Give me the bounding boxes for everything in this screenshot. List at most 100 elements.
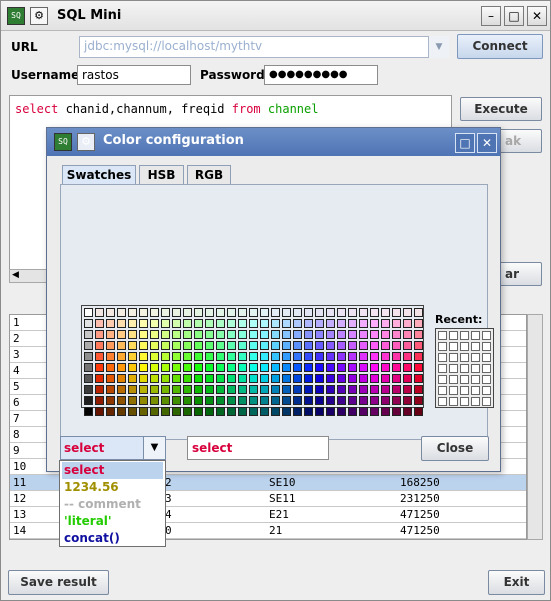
recent-swatch[interactable] (449, 342, 458, 351)
color-swatch[interactable] (293, 341, 302, 350)
dropdown-option[interactable]: 1234.56 (62, 479, 163, 496)
recent-swatch[interactable] (471, 386, 480, 395)
recent-swatch[interactable] (482, 364, 491, 373)
color-swatch[interactable] (150, 374, 159, 383)
color-swatch[interactable] (183, 319, 192, 328)
recent-swatch[interactable] (482, 353, 491, 362)
color-swatch[interactable] (414, 363, 423, 372)
close-button[interactable]: Close (421, 436, 489, 461)
execute-button[interactable]: Execute (460, 97, 542, 121)
color-swatch[interactable] (238, 319, 247, 328)
color-swatch[interactable] (315, 341, 324, 350)
color-swatch[interactable] (128, 319, 137, 328)
color-swatch[interactable] (194, 330, 203, 339)
dropdown-option[interactable]: concat() (62, 530, 163, 547)
color-swatch[interactable] (271, 341, 280, 350)
color-swatch[interactable] (227, 363, 236, 372)
color-swatch[interactable] (282, 330, 291, 339)
color-swatch[interactable] (337, 319, 346, 328)
color-swatch[interactable] (315, 396, 324, 405)
color-swatch[interactable] (348, 341, 357, 350)
color-swatch[interactable] (172, 407, 181, 416)
color-swatch[interactable] (348, 396, 357, 405)
color-swatch[interactable] (260, 396, 269, 405)
color-swatch[interactable] (150, 330, 159, 339)
recent-swatch[interactable] (471, 375, 480, 384)
color-swatch[interactable] (392, 352, 401, 361)
color-swatch[interactable] (161, 396, 170, 405)
color-swatch[interactable] (315, 352, 324, 361)
color-swatch[interactable] (370, 374, 379, 383)
color-swatch[interactable] (183, 407, 192, 416)
dropdown-option[interactable]: 'literal' (62, 513, 163, 530)
color-swatch[interactable] (337, 308, 346, 317)
recent-swatch[interactable] (482, 375, 491, 384)
color-swatch[interactable] (95, 374, 104, 383)
color-swatch[interactable] (381, 319, 390, 328)
color-swatch[interactable] (172, 385, 181, 394)
color-swatch[interactable] (304, 363, 313, 372)
color-swatch[interactable] (326, 352, 335, 361)
color-swatch[interactable] (227, 308, 236, 317)
recent-swatch[interactable] (449, 364, 458, 373)
color-swatch[interactable] (238, 330, 247, 339)
url-dropdown-arrow-icon[interactable]: ▼ (428, 36, 449, 58)
color-swatch[interactable] (414, 352, 423, 361)
recent-swatch[interactable] (438, 342, 447, 351)
color-swatch[interactable] (293, 330, 302, 339)
color-swatch[interactable] (150, 319, 159, 328)
color-swatch[interactable] (260, 385, 269, 394)
color-swatch[interactable] (84, 407, 93, 416)
dropdown-option[interactable]: -- comment (62, 496, 163, 513)
maximize-icon[interactable]: □ (504, 6, 524, 26)
color-swatch[interactable] (183, 352, 192, 361)
color-swatch[interactable] (238, 308, 247, 317)
color-swatch[interactable] (139, 319, 148, 328)
color-swatch[interactable] (161, 374, 170, 383)
color-swatch[interactable] (249, 308, 258, 317)
color-swatch[interactable] (84, 330, 93, 339)
color-swatch[interactable] (315, 363, 324, 372)
color-swatch[interactable] (216, 396, 225, 405)
color-swatch[interactable] (238, 352, 247, 361)
color-swatch[interactable] (139, 407, 148, 416)
color-swatch[interactable] (392, 363, 401, 372)
color-swatch[interactable] (117, 396, 126, 405)
color-swatch[interactable] (348, 374, 357, 383)
recent-swatch[interactable] (460, 342, 469, 351)
color-swatch[interactable] (172, 352, 181, 361)
color-swatch[interactable] (326, 396, 335, 405)
color-swatch[interactable] (337, 396, 346, 405)
color-swatch[interactable] (172, 308, 181, 317)
color-swatch[interactable] (139, 374, 148, 383)
color-swatch[interactable] (392, 396, 401, 405)
recent-swatch[interactable] (438, 353, 447, 362)
color-swatch[interactable] (271, 352, 280, 361)
color-swatch[interactable] (106, 308, 115, 317)
color-swatch[interactable] (183, 374, 192, 383)
color-swatch[interactable] (194, 319, 203, 328)
color-swatch[interactable] (337, 374, 346, 383)
recent-swatch[interactable] (460, 364, 469, 373)
color-swatch[interactable] (337, 407, 346, 416)
color-swatch[interactable] (106, 341, 115, 350)
color-swatch[interactable] (392, 341, 401, 350)
color-swatch[interactable] (106, 352, 115, 361)
recent-swatch[interactable] (460, 375, 469, 384)
color-swatch[interactable] (249, 374, 258, 383)
color-swatch[interactable] (95, 308, 104, 317)
tab-swatches[interactable]: Swatches (62, 165, 136, 185)
color-swatch[interactable] (216, 341, 225, 350)
color-swatch[interactable] (381, 407, 390, 416)
color-swatch[interactable] (359, 385, 368, 394)
color-swatch[interactable] (260, 407, 269, 416)
color-swatch[interactable] (293, 396, 302, 405)
close-icon[interactable]: ✕ (527, 6, 547, 26)
color-swatch[interactable] (370, 407, 379, 416)
color-swatch[interactable] (84, 385, 93, 394)
color-swatch[interactable] (392, 319, 401, 328)
recent-swatch[interactable] (471, 364, 480, 373)
color-swatch[interactable] (403, 407, 412, 416)
color-swatch[interactable] (348, 308, 357, 317)
color-swatch[interactable] (238, 374, 247, 383)
